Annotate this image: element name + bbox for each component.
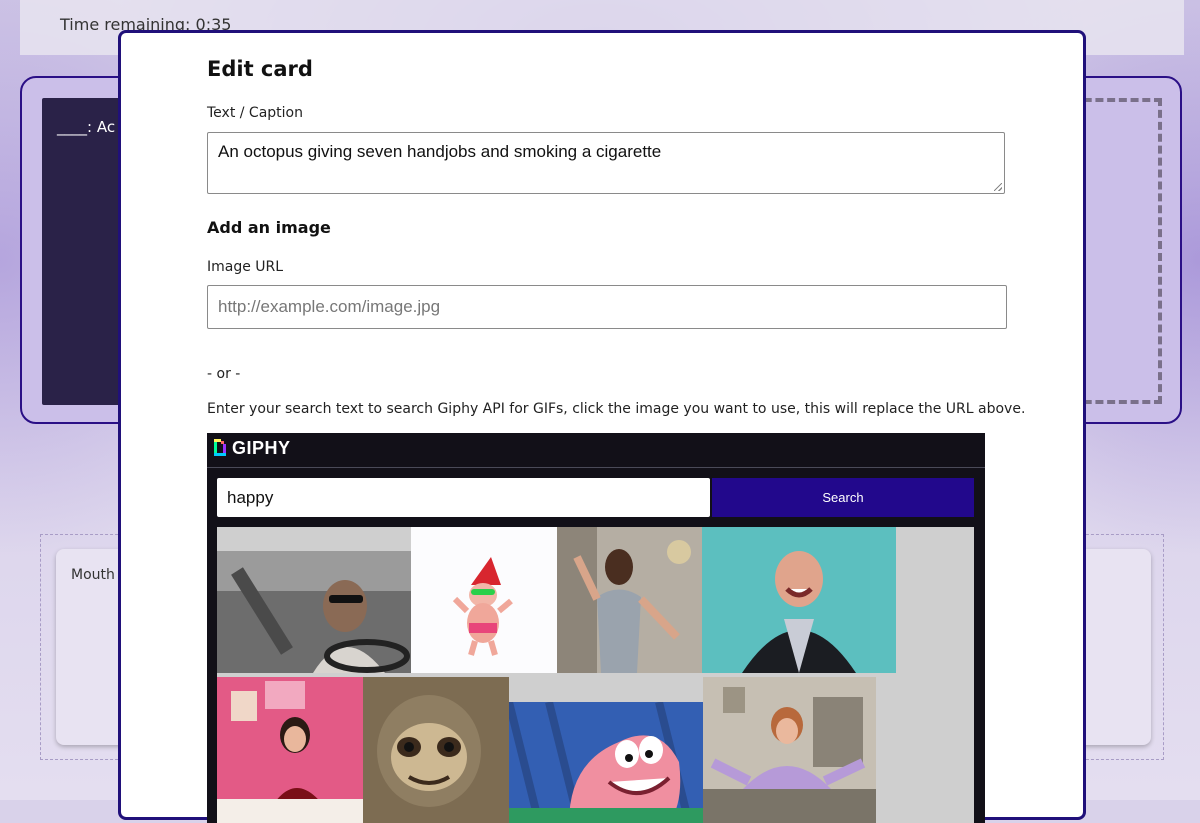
- gif-result-woman-dancing[interactable]: [557, 527, 702, 673]
- modal-title: Edit card: [207, 57, 313, 81]
- giphy-help-text: Enter your search text to search Giphy A…: [207, 401, 1026, 417]
- black-card-text: ____: Ac: [57, 118, 116, 136]
- gif-result-woman-at-desk[interactable]: [217, 677, 363, 823]
- gif-thumbnail: [411, 527, 557, 673]
- gif-result-patrick-star[interactable]: [509, 702, 703, 823]
- add-image-heading: Add an image: [207, 218, 331, 237]
- giphy-results-grid: [217, 527, 974, 823]
- gif-thumbnail: [363, 677, 509, 823]
- gif-thumbnail: [702, 527, 896, 673]
- giphy-search-input[interactable]: [217, 478, 710, 517]
- gif-result-man-in-car[interactable]: [217, 551, 411, 673]
- gif-thumbnail: [703, 677, 876, 823]
- giphy-search-button[interactable]: Search: [712, 478, 974, 517]
- gif-thumbnail: [217, 551, 411, 673]
- giphy-logo: GIPHY: [232, 438, 291, 458]
- gif-thumbnail: [217, 677, 363, 823]
- gif-result-man-laughing[interactable]: [702, 527, 896, 673]
- gif-thumbnail: [557, 527, 702, 673]
- giphy-logo-icon: [214, 439, 226, 456]
- gif-thumbnail: [509, 702, 703, 823]
- image-url-input[interactable]: [207, 285, 1007, 329]
- hand-card-text: Mouth: [71, 567, 115, 583]
- caption-textarea[interactable]: An octopus giving seven handjobs and smo…: [207, 132, 1005, 194]
- gif-result-woman-cheering[interactable]: [703, 677, 876, 823]
- giphy-widget: GIPHY Search: [207, 433, 985, 823]
- gif-result-dancing-baby-gnome[interactable]: [411, 527, 557, 673]
- gif-result-sloth[interactable]: [363, 677, 509, 823]
- caption-label: Text / Caption: [207, 105, 303, 121]
- or-divider: - or -: [207, 366, 241, 382]
- edit-card-modal: Edit card Text / Caption An octopus givi…: [118, 30, 1086, 823]
- image-url-label: Image URL: [207, 259, 284, 275]
- giphy-header: GIPHY: [207, 433, 985, 468]
- resize-handle[interactable]: [994, 183, 1002, 191]
